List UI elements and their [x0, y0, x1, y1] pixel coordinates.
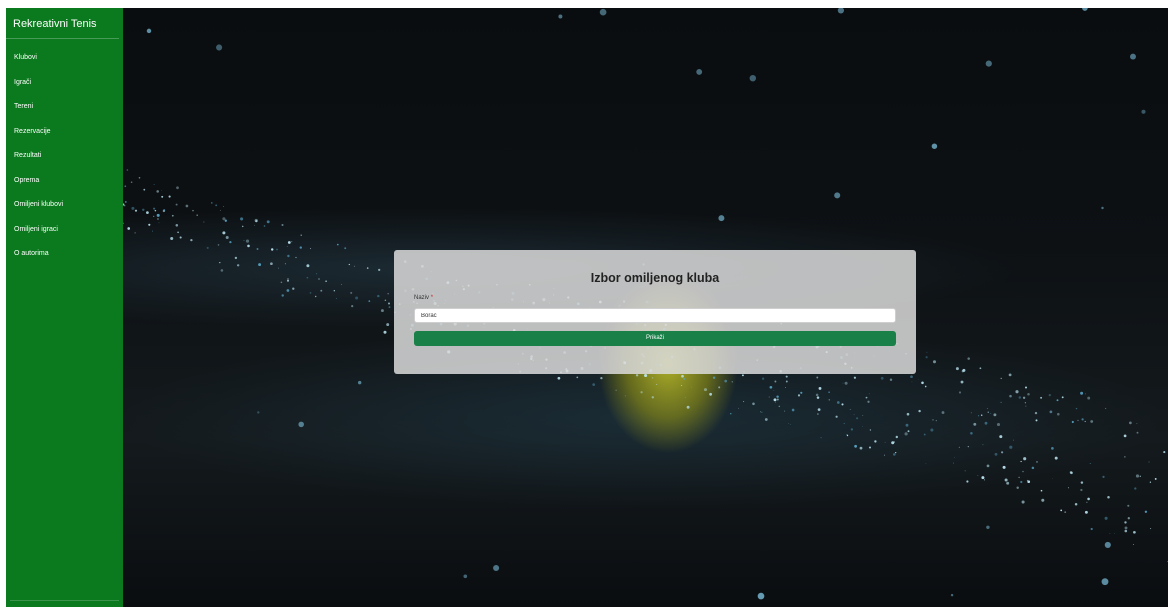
sidebar-item-rezultati[interactable]: Rezultati: [6, 144, 123, 169]
name-field-label: Naziv *: [414, 295, 433, 301]
favorite-club-form: Izbor omiljenog kluba Naziv * Prikaži: [394, 250, 916, 374]
show-button[interactable]: Prikaži: [414, 331, 896, 346]
required-mark: *: [430, 295, 434, 301]
name-input[interactable]: [414, 308, 896, 323]
main-content: Izbor omiljenog kluba Naziv * Prikaži: [123, 8, 1168, 607]
sidebar-item-omiljeni-klubovi[interactable]: Omiljeni klubovi: [6, 193, 123, 218]
brand-link[interactable]: Rekreativni Tenis: [6, 8, 119, 39]
sidebar-nav: Klubovi Igrači Tereni Rezervacije Rezult…: [6, 46, 123, 267]
name-field-label-text: Naziv: [414, 295, 430, 301]
sidebar-item-igraci[interactable]: Igrači: [6, 71, 123, 96]
sidebar: Rekreativni Tenis Klubovi Igrači Tereni …: [6, 8, 123, 607]
sidebar-item-tereni[interactable]: Tereni: [6, 95, 123, 120]
sidebar-item-o-autorima[interactable]: O autorima: [6, 242, 123, 267]
sidebar-item-rezervacije[interactable]: Rezervacije: [6, 120, 123, 145]
form-title: Izbor omiljenog kluba: [590, 271, 720, 285]
sidebar-divider: [10, 600, 119, 601]
sidebar-item-omiljeni-igraci[interactable]: Omiljeni igraci: [6, 218, 123, 243]
app-frame: Rekreativni Tenis Klubovi Igrači Tereni …: [6, 8, 1168, 607]
sidebar-item-klubovi[interactable]: Klubovi: [6, 46, 123, 71]
sidebar-item-oprema[interactable]: Oprema: [6, 169, 123, 194]
